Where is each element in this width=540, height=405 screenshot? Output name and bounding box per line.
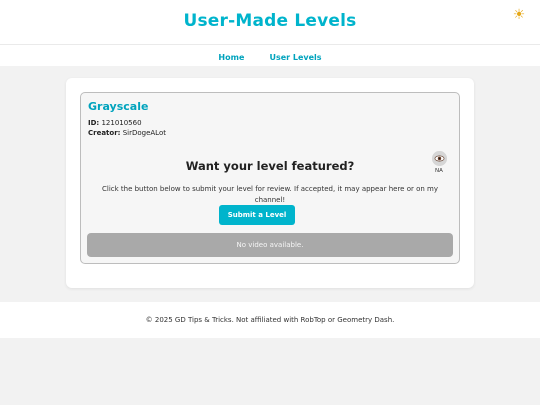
level-creator-label: Creator: — [88, 129, 121, 137]
feature-heading: Want your level featured? — [185, 159, 355, 173]
site-title: User-Made Levels — [183, 11, 357, 31]
level-creator-value: SirDogeALot — [122, 129, 166, 137]
level-id-value: 121010560 — [101, 119, 142, 127]
site-footer: © 2025 GD Tips & Tricks. Not affiliated … — [0, 302, 540, 338]
site-header: User-Made Levels ☀ — [0, 0, 540, 44]
level-entry: Grayscale ID: 121010560 Creator: SirDoge… — [80, 92, 460, 264]
level-id: ID: 121010560 — [88, 119, 142, 127]
nav-user-levels-link[interactable]: User Levels — [269, 48, 321, 68]
feature-description: Click the button below to submit your le… — [101, 185, 438, 204]
level-creator: Creator: SirDogeALot — [88, 129, 166, 137]
main-nav: Home User Levels — [0, 44, 540, 66]
level-id-label: ID: — [88, 119, 100, 127]
content-card: Grayscale ID: 121010560 Creator: SirDoge… — [66, 78, 474, 288]
sun-icon[interactable]: ☀ — [510, 6, 528, 24]
level-name: Grayscale — [88, 100, 149, 113]
nav-home-link[interactable]: Home — [218, 48, 244, 68]
video-placeholder: No video available. — [87, 233, 453, 257]
submit-level-button[interactable]: Submit a Level — [219, 205, 295, 225]
